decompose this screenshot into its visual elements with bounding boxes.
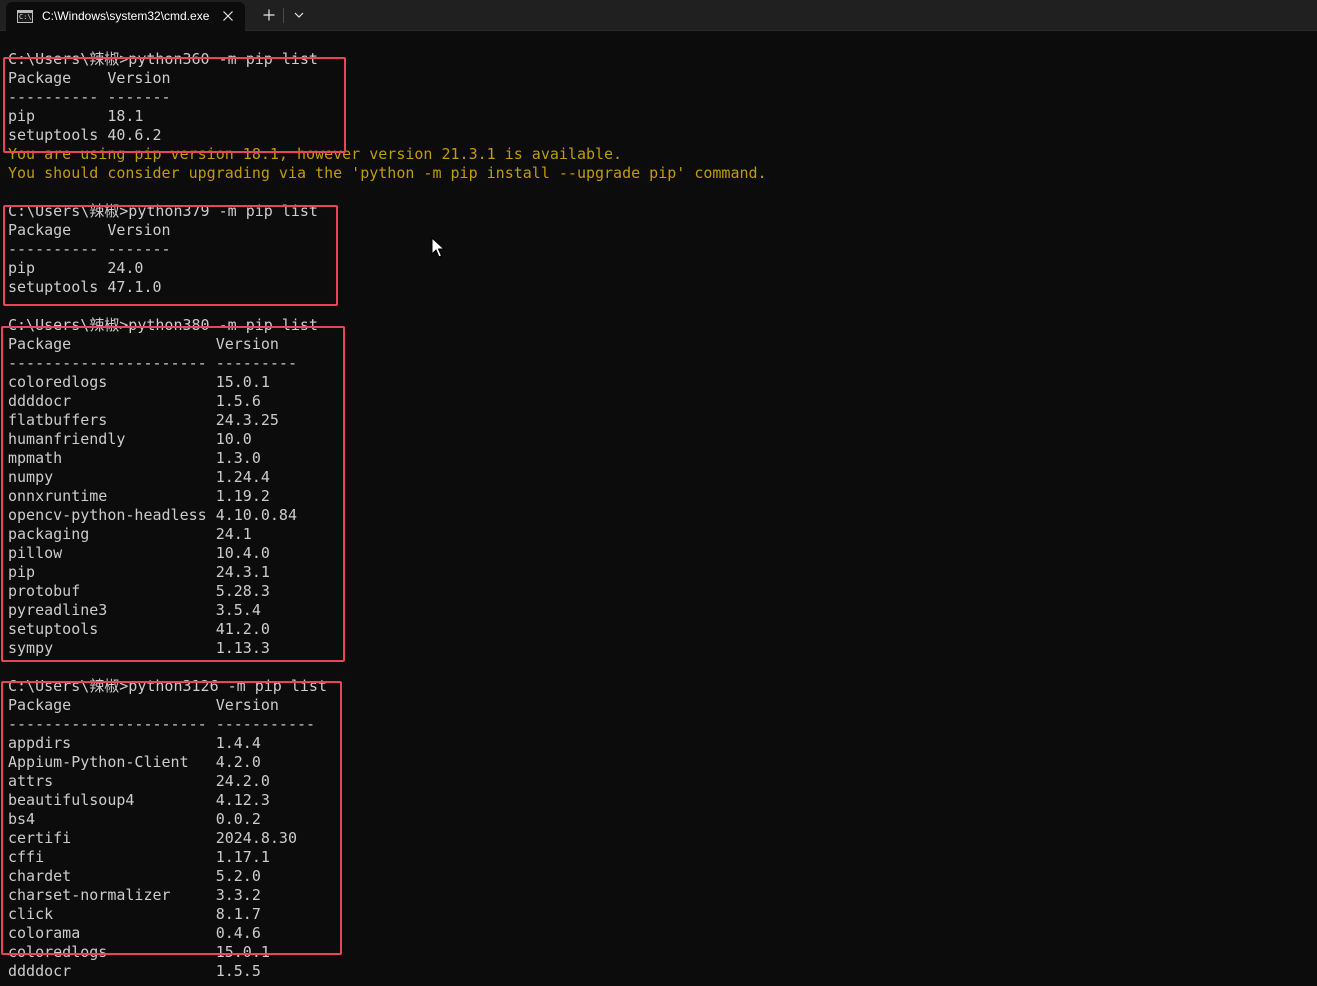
terminal-line-22: mpmath 1.3.0 [8, 449, 261, 467]
terminal-line-35: Package Version [8, 696, 279, 714]
plus-icon [263, 9, 275, 21]
terminal-line-49: ddddocr 1.5.5 [8, 962, 261, 980]
terminal-line-37: appdirs 1.4.4 [8, 734, 261, 752]
terminal-line-34: C:\Users\辣椒>python3126 -m pip list [8, 677, 327, 695]
terminal-line-2: Package Version [8, 69, 171, 87]
terminal-line-43: cffi 1.17.1 [8, 848, 270, 866]
mouse-pointer-icon [431, 237, 445, 258]
terminal-line-44: chardet 5.2.0 [8, 867, 261, 885]
terminal-line-21: humanfriendly 10.0 [8, 430, 252, 448]
terminal-line-15: C:\Users\辣椒>python380 -m pip list [8, 316, 318, 334]
terminal-line-18: coloredlogs 15.0.1 [8, 373, 270, 391]
terminal-line-9: C:\Users\辣椒>python379 -m pip list [8, 202, 318, 220]
terminal-line-40: beautifulsoup4 4.12.3 [8, 791, 270, 809]
close-icon[interactable] [218, 6, 238, 26]
terminal-line-6: You are using pip version 18.1, however … [8, 145, 623, 163]
terminal-line-20: flatbuffers 24.3.25 [8, 411, 279, 429]
terminal-line-36: ---------------------- ----------- [8, 715, 316, 733]
terminal-line-28: pip 24.3.1 [8, 563, 270, 581]
new-tab-button[interactable] [258, 4, 280, 26]
terminal-line-46: click 8.1.7 [8, 905, 261, 923]
terminal-line-3: ---------- ------- [8, 88, 171, 106]
tab-title: C:\Windows\system32\cmd.exe [42, 9, 210, 23]
terminal-line-10: Package Version [8, 221, 171, 239]
terminal-line-29: protobuf 5.28.3 [8, 582, 270, 600]
terminal-line-41: bs4 0.0.2 [8, 810, 261, 828]
terminal-line-19: ddddocr 1.5.6 [8, 392, 261, 410]
terminal-line-38: Appium-Python-Client 4.2.0 [8, 753, 261, 771]
terminal-line-27: pillow 10.4.0 [8, 544, 270, 562]
chevron-down-icon [294, 12, 304, 18]
terminal-line-23: numpy 1.24.4 [8, 468, 270, 486]
toolbar-separator [283, 8, 284, 23]
terminal-line-24: onnxruntime 1.19.2 [8, 487, 270, 505]
cmd-icon: C:\ [17, 10, 33, 23]
terminal-line-48: coloredlogs 15.0.1 [8, 943, 270, 961]
terminal-line-39: attrs 24.2.0 [8, 772, 270, 790]
terminal-line-45: charset-normalizer 3.3.2 [8, 886, 261, 904]
terminal-line-32: sympy 1.13.3 [8, 639, 270, 657]
terminal-line-30: pyreadline3 3.5.4 [8, 601, 261, 619]
terminal-output[interactable]: C:\Users\辣椒>python360 -m pip list Package… [0, 31, 1317, 986]
terminal-line-4: pip 18.1 [8, 107, 144, 125]
terminal-line-31: setuptools 41.2.0 [8, 620, 270, 638]
terminal-line-13: setuptools 47.1.0 [8, 278, 162, 296]
terminal-line-42: certifi 2024.8.30 [8, 829, 297, 847]
dropdown-button[interactable] [288, 4, 310, 26]
terminal-line-11: ---------- ------- [8, 240, 171, 258]
terminal-line-7: You should consider upgrading via the 'p… [8, 164, 767, 182]
terminal-line-16: Package Version [8, 335, 279, 353]
terminal-line-5: setuptools 40.6.2 [8, 126, 162, 144]
terminal-line-1: C:\Users\辣椒>python360 -m pip list [8, 50, 318, 68]
title-bar: C:\ C:\Windows\system32\cmd.exe [0, 0, 1317, 31]
terminal-line-12: pip 24.0 [8, 259, 144, 277]
terminal-line-17: ---------------------- --------- [8, 354, 297, 372]
tab-cmd[interactable]: C:\ C:\Windows\system32\cmd.exe [6, 2, 245, 31]
terminal-line-26: packaging 24.1 [8, 525, 252, 543]
terminal-line-25: opencv-python-headless 4.10.0.84 [8, 506, 297, 524]
terminal-line-47: colorama 0.4.6 [8, 924, 261, 942]
